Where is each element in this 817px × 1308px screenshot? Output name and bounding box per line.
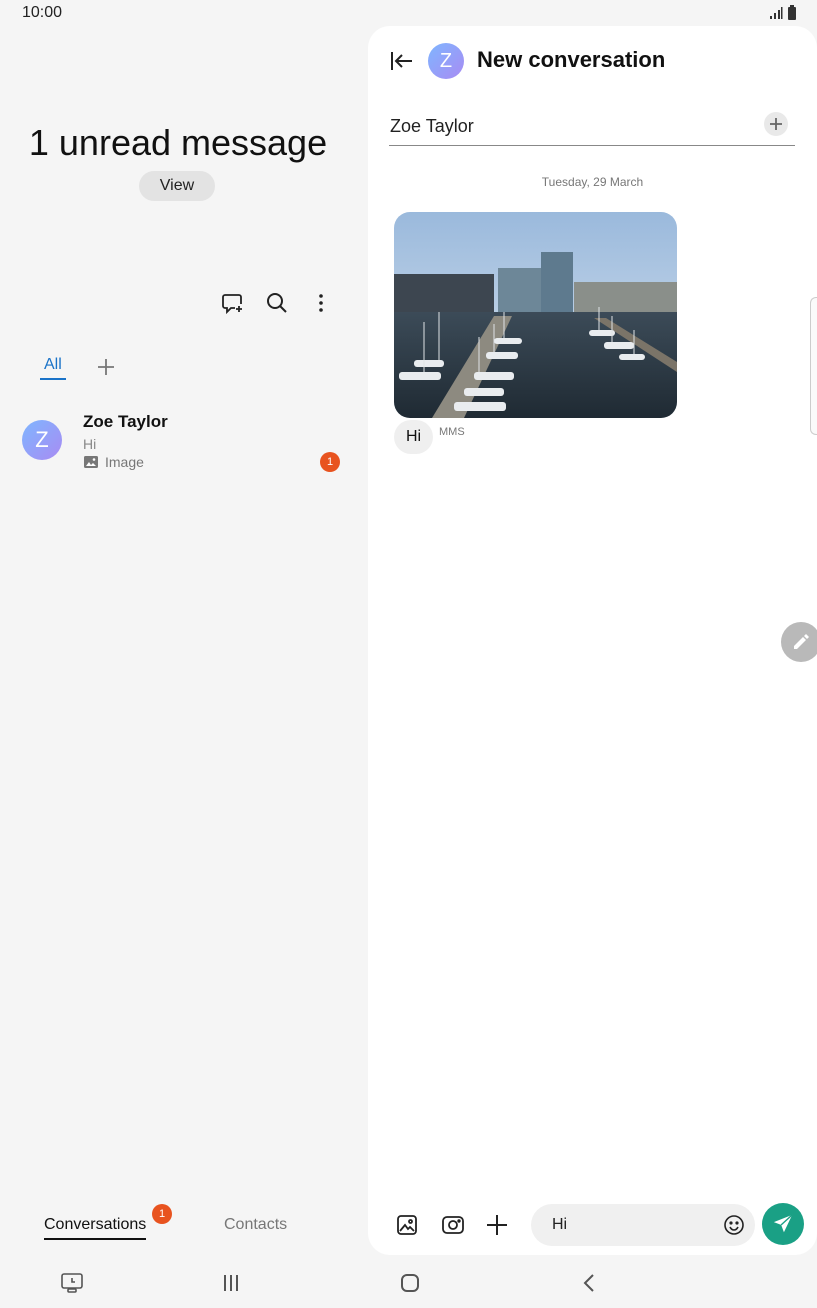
signal-icon bbox=[770, 7, 783, 19]
tab-conversations[interactable]: Conversations bbox=[44, 1216, 147, 1240]
camera-icon[interactable] bbox=[441, 1213, 465, 1237]
new-chat-icon[interactable] bbox=[220, 290, 246, 316]
message-bubble[interactable]: Hi bbox=[394, 420, 434, 454]
image-icon bbox=[84, 456, 98, 468]
page-title: New conversation bbox=[477, 47, 666, 72]
message-composer: Hi bbox=[368, 1198, 817, 1254]
navigation-bar bbox=[0, 1258, 817, 1308]
unread-badge: 1 bbox=[320, 452, 340, 472]
pencil-icon bbox=[794, 634, 809, 649]
tab-contacts[interactable]: Contacts bbox=[224, 1216, 287, 1234]
recipient-field[interactable]: Zoe Taylor bbox=[389, 110, 795, 146]
gallery-icon[interactable] bbox=[395, 1213, 419, 1237]
conversation-header: Z New conversation bbox=[368, 26, 817, 96]
add-category-icon[interactable] bbox=[96, 357, 116, 377]
collapse-pane-icon[interactable] bbox=[390, 50, 414, 72]
conversation-pane: Z New conversation Zoe Taylor Tuesday, 2… bbox=[368, 26, 817, 1255]
message-input[interactable]: Hi bbox=[531, 1204, 755, 1246]
header-avatar[interactable]: Z bbox=[428, 43, 464, 79]
avatar[interactable]: Z bbox=[22, 420, 62, 460]
plus-icon bbox=[770, 118, 782, 130]
recents-icon[interactable] bbox=[219, 1271, 243, 1295]
recipient-name: Zoe Taylor bbox=[390, 116, 474, 136]
category-tabs: All bbox=[40, 356, 116, 380]
back-icon[interactable] bbox=[578, 1271, 602, 1295]
message-preview: Hi bbox=[83, 436, 97, 452]
contact-name: Zoe Taylor bbox=[83, 412, 168, 431]
tab-all[interactable]: All bbox=[40, 356, 66, 380]
add-recipient-button[interactable] bbox=[764, 112, 788, 136]
conversations-badge: 1 bbox=[152, 1204, 172, 1224]
message-input-text: Hi bbox=[552, 1216, 568, 1233]
unread-title: 1 unread message bbox=[28, 122, 328, 163]
attachment-label: Image bbox=[105, 454, 144, 470]
message-type-tag: MMS bbox=[439, 426, 465, 438]
attachment-indicator: Image bbox=[83, 454, 144, 470]
recent-apps-taskbar-icon[interactable] bbox=[60, 1271, 84, 1295]
message-image[interactable] bbox=[394, 212, 677, 418]
search-icon[interactable] bbox=[264, 290, 290, 316]
add-attachment-icon[interactable] bbox=[485, 1213, 509, 1237]
home-icon[interactable] bbox=[398, 1271, 422, 1295]
floating-edit-button[interactable] bbox=[781, 622, 817, 662]
conversation-list-pane: 1 unread message View All Z Zoe Taylor H… bbox=[0, 26, 368, 1256]
send-button[interactable] bbox=[762, 1203, 804, 1245]
battery-icon bbox=[788, 5, 796, 20]
edge-panel-handle[interactable] bbox=[810, 297, 817, 435]
status-time: 10:00 bbox=[22, 4, 63, 21]
emoji-icon[interactable] bbox=[723, 1214, 745, 1236]
status-bar: 10:00 bbox=[0, 0, 817, 26]
bottom-tabs: Conversations 1 Contacts bbox=[0, 1204, 368, 1256]
conversation-item[interactable]: Z Zoe Taylor Hi Image 1 bbox=[0, 406, 368, 478]
view-button[interactable]: View bbox=[139, 171, 215, 201]
send-icon bbox=[773, 1214, 793, 1233]
list-toolbar bbox=[220, 290, 334, 316]
date-separator: Tuesday, 29 March bbox=[541, 175, 644, 189]
more-options-icon[interactable] bbox=[308, 290, 334, 316]
